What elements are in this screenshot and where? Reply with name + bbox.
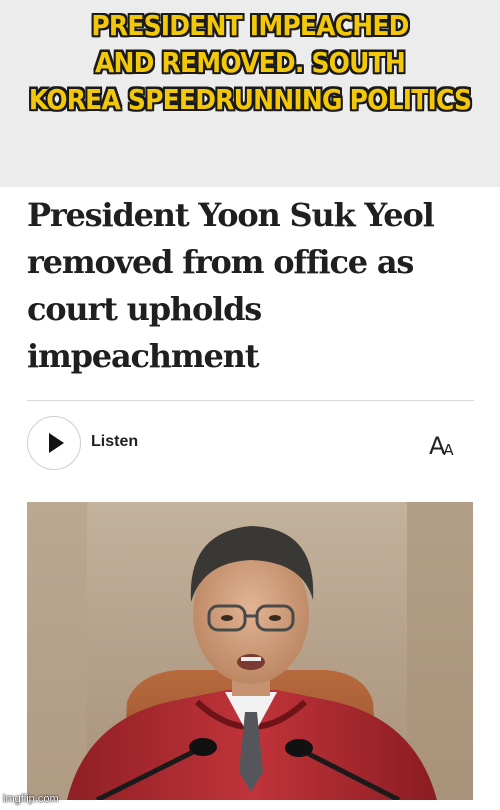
- imgflip-watermark: imgflip.com: [3, 793, 59, 805]
- headline-line: President Yoon Suk Yeol: [27, 196, 435, 234]
- listen-label[interactable]: Listen: [91, 433, 138, 451]
- headline-line: removed from office as: [27, 243, 414, 281]
- caption-line: KOREA SPEEDRUNNING POLITICS: [28, 83, 472, 116]
- headline-line: court upholds: [27, 290, 262, 328]
- judge-photo-illustration: [27, 502, 473, 800]
- play-icon: [49, 433, 64, 453]
- meme-header: PRESIDENT IMPEACHED AND REMOVED. SOUTH K…: [0, 0, 500, 187]
- caption-line: PRESIDENT IMPEACHED: [91, 9, 409, 42]
- article-photo: [27, 502, 473, 800]
- divider: [27, 400, 474, 401]
- meme-caption: PRESIDENT IMPEACHED AND REMOVED. SOUTH K…: [0, 7, 500, 118]
- caption-line: AND REMOVED. SOUTH: [94, 46, 406, 79]
- text-size-icon-small: A: [443, 441, 454, 459]
- headline-line: impeachment: [27, 337, 260, 375]
- article-headline: President Yoon Suk Yeol removed from off…: [27, 192, 477, 380]
- play-audio-button[interactable]: [27, 416, 81, 470]
- text-size-button[interactable]: A A: [429, 428, 465, 458]
